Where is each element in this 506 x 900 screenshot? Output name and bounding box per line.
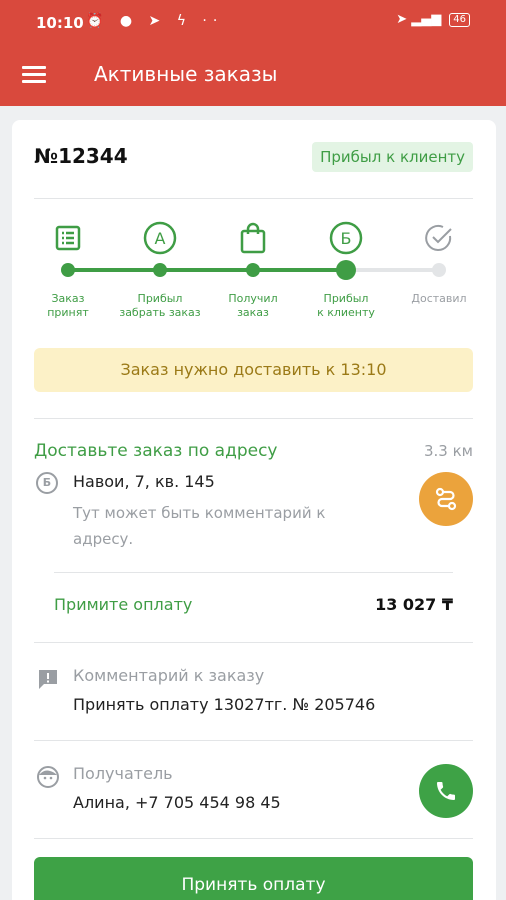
distance: 3.3 км (424, 442, 473, 460)
route-button[interactable] (419, 472, 473, 526)
call-button[interactable] (419, 764, 473, 818)
battery-icon: 46 (449, 12, 470, 27)
order-number: №12344 (34, 144, 128, 168)
progress-line-done (68, 268, 347, 272)
status-time: 10:10 (36, 14, 84, 32)
delivery-title: Доставьте заказ по адресу (34, 441, 278, 461)
divider (34, 740, 473, 741)
step-dot (153, 263, 167, 277)
circle-b-icon: Б (329, 221, 363, 255)
status-badge: Прибыл к клиенту (312, 142, 473, 172)
divider (34, 418, 473, 419)
order-comment-text: Принять оплату 13027тг. № 205746 (73, 695, 376, 714)
status-bar: 10:10 ⏰ ● ➤ ϟ ·· ➤ ▂▄▆ 46 (0, 0, 506, 46)
payment-label: Примите оплату (54, 595, 193, 614)
step-label-pickup: Прибыл забрать заказ (119, 292, 201, 319)
delivery-address[interactable]: Навои, 7, кв. 145 (73, 472, 215, 491)
face-icon (36, 765, 60, 793)
list-icon (51, 221, 85, 255)
step-label-delivered: Доставил (411, 292, 467, 305)
divider (34, 838, 473, 839)
status-right-icons: ➤ ▂▄▆ 46 (396, 12, 470, 27)
app-bar: Активные заказы (0, 46, 506, 106)
comment-icon (36, 667, 60, 695)
step-label-arrived: Прибыл к клиенту (317, 292, 375, 319)
route-icon (435, 487, 457, 511)
address-comment: Тут может быть комментарий к адресу. (73, 504, 326, 548)
phone-icon (437, 782, 455, 800)
page-title: Активные заказы (94, 62, 278, 86)
step-4-icon-text: Б (341, 229, 352, 248)
order-comment-title: Комментарий к заказу (73, 666, 265, 685)
shopping-bag-icon (236, 221, 270, 255)
step-dot-current (336, 260, 356, 280)
order-card: №12344 Прибыл к клиенту A Б Заказ принят… (12, 120, 496, 900)
check-circle-icon (422, 221, 456, 255)
step-dot (246, 263, 260, 277)
deadline-banner: Заказ нужно доставить к 13:10 (34, 348, 473, 392)
recipient-text: Алина, +7 705 454 98 45 (73, 793, 281, 812)
step-label-received: Получил заказ (228, 292, 278, 319)
menu-icon[interactable] (22, 62, 50, 90)
divider (54, 572, 453, 573)
step-dot-pending (432, 263, 446, 277)
point-b-icon: Б (36, 472, 58, 494)
accept-payment-button[interactable]: Принять оплату (34, 857, 473, 900)
step-label-accepted: Заказ принят (47, 292, 89, 319)
recipient-title: Получатель (73, 764, 173, 783)
progress-line-pending (347, 268, 440, 272)
step-dot (61, 263, 75, 277)
step-2-icon-text: A (155, 229, 166, 248)
status-left-icons: ⏰ ● ➤ ϟ ·· (86, 13, 224, 29)
circle-a-icon: A (143, 221, 177, 255)
divider (34, 642, 473, 643)
payment-amount: 13 027 ₸ (375, 595, 453, 614)
divider (34, 198, 473, 199)
signal-icon: ➤ ▂▄▆ (396, 12, 442, 27)
